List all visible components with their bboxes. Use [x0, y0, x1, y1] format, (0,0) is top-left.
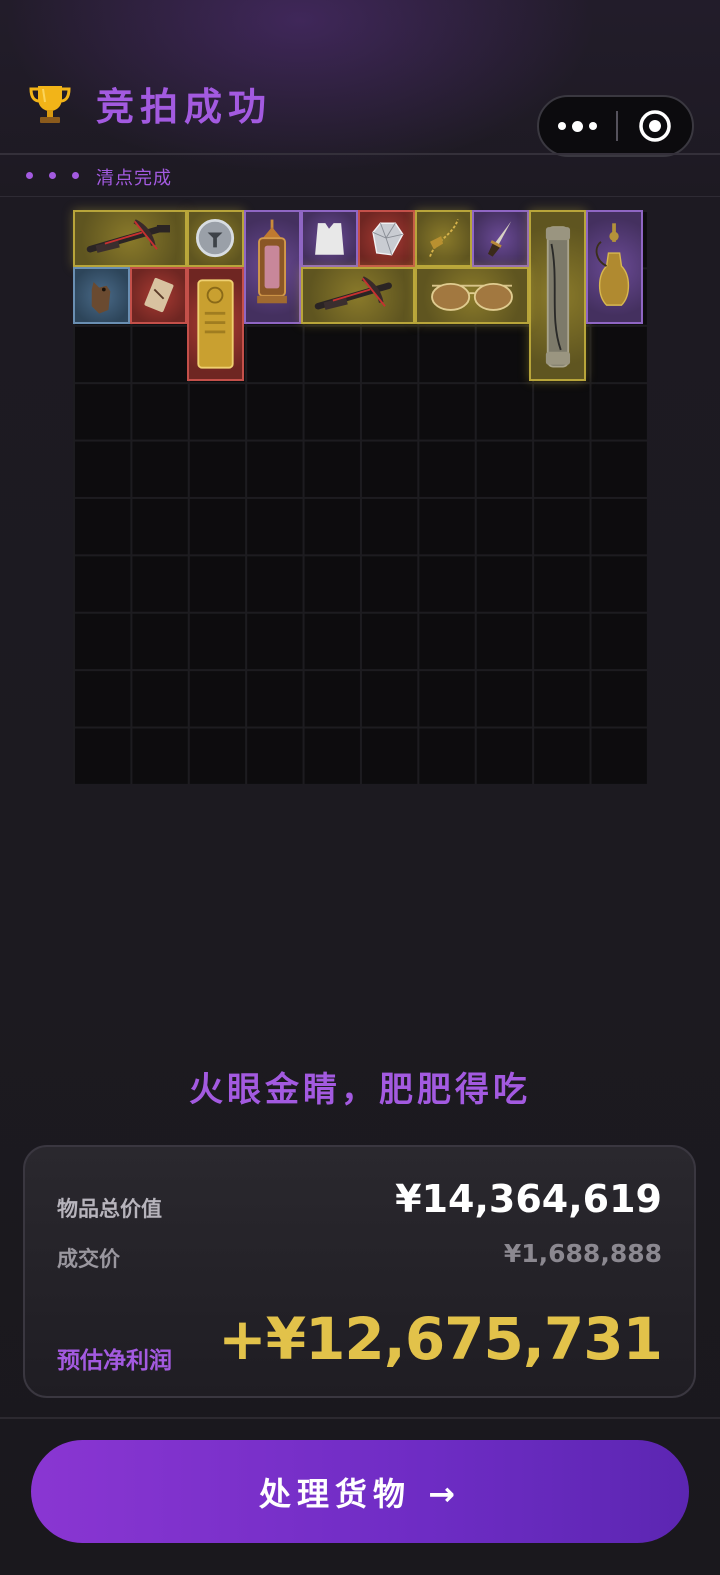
- profit-label: 预估净利润: [57, 1348, 172, 1374]
- deal-price-label: 成交价: [57, 1247, 120, 1271]
- trophy-icon: [26, 80, 74, 128]
- inventory-grid: [73, 210, 647, 784]
- card-artifact-item[interactable]: [130, 267, 187, 324]
- total-value-amount: ¥14,364,619: [395, 1177, 662, 1221]
- sunglasses-item[interactable]: [415, 267, 529, 324]
- target-circle-icon[interactable]: [638, 109, 672, 143]
- process-goods-button[interactable]: 处理货物 →: [31, 1440, 689, 1543]
- lantern-item[interactable]: [244, 210, 301, 324]
- summary-card: 物品总价值 ¥14,364,619 成交价 ¥1,688,888 预估净利润 +…: [23, 1145, 696, 1398]
- progress-dots-icon: [26, 172, 79, 179]
- gold-pendant-item[interactable]: [415, 210, 472, 267]
- white-vest-item[interactable]: [301, 210, 358, 267]
- hookah-vase-item[interactable]: [586, 210, 643, 324]
- owl-figurine-item[interactable]: [73, 267, 130, 324]
- total-value-label: 物品总价值: [57, 1197, 162, 1221]
- profit-amount: +¥12,675,731: [218, 1305, 663, 1373]
- status-text: 清点完成: [96, 168, 172, 189]
- capsule-divider: [616, 111, 618, 141]
- diamond-item[interactable]: [358, 210, 415, 267]
- status-row: 清点完成: [0, 155, 720, 196]
- dagger-item[interactable]: [472, 210, 529, 267]
- page-title: 竞拍成功: [96, 85, 273, 129]
- header: 竞拍成功: [0, 0, 720, 157]
- mini-program-capsule: [537, 95, 694, 157]
- crossbow-item[interactable]: [73, 210, 187, 267]
- divider: [0, 196, 720, 197]
- slogan-text: 火眼金睛，肥肥得吃: [189, 1070, 531, 1110]
- more-dots-icon[interactable]: [539, 97, 615, 155]
- deal-price-amount: ¥1,688,888: [503, 1239, 662, 1268]
- divider: [0, 1417, 720, 1419]
- auction-result-screen: 竞拍成功 清点完成 火眼金睛，肥肥得吃 物品总价值 ¥14,364,619 成交…: [0, 0, 720, 1575]
- crossbow-2-item[interactable]: [301, 267, 415, 324]
- silver-coin-item[interactable]: [187, 210, 244, 267]
- scroll-tube-item[interactable]: [529, 210, 586, 381]
- gold-bar-item[interactable]: [187, 267, 244, 381]
